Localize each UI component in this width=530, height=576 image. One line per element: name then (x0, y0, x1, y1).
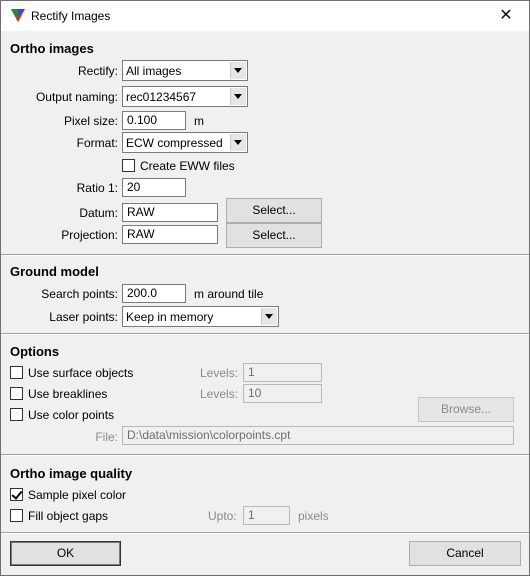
use-color-points-checkbox[interactable] (10, 408, 23, 421)
surface-levels-label: Levels: (200, 366, 239, 380)
datum-label: Datum: (79, 206, 118, 220)
options-heading: Options (10, 344, 60, 359)
fill-object-gaps-label: Fill object gaps (28, 509, 109, 523)
format-select[interactable]: ECW compressed (122, 132, 248, 153)
breaklines-levels-input[interactable]: 10 (243, 384, 322, 403)
ratio-label: Ratio 1: (76, 181, 118, 195)
ratio-input[interactable]: 20 (122, 178, 186, 197)
projection-select-button[interactable]: Select... (226, 223, 322, 248)
close-button[interactable]: ✕ (483, 1, 529, 31)
title-bar[interactable]: Rectify Images ✕ (1, 1, 529, 31)
search-points-label: Search points: (41, 287, 118, 301)
ground-model-heading: Ground model (10, 264, 99, 279)
separator (1, 454, 529, 456)
browse-button[interactable]: Browse... (418, 397, 514, 422)
fill-object-gaps-checkbox[interactable] (10, 509, 23, 522)
laser-points-select[interactable]: Keep in memory (122, 306, 279, 327)
file-input[interactable]: D:\data\mission\colorpoints.cpt (122, 426, 514, 445)
sample-pixel-color-label: Sample pixel color (28, 488, 127, 502)
laser-points-value: Keep in memory (126, 310, 214, 324)
chevron-down-icon (261, 308, 277, 325)
rectify-images-dialog: Rectify Images ✕ Ortho images Rectify: A… (0, 0, 530, 576)
ortho-quality-heading: Ortho image quality (10, 466, 133, 481)
rectify-value: All images (126, 64, 182, 78)
chevron-down-icon (230, 88, 246, 105)
format-label: Format: (76, 136, 118, 150)
upto-label: Upto: (208, 509, 237, 523)
pixel-size-unit: m (194, 114, 204, 128)
window-title: Rectify Images (31, 9, 111, 23)
use-breaklines-label: Use breaklines (28, 387, 108, 401)
surface-levels-input[interactable]: 1 (243, 363, 322, 382)
file-label: File: (95, 430, 118, 444)
rectify-select[interactable]: All images (122, 60, 248, 81)
projection-input[interactable]: RAW (122, 225, 218, 244)
format-value: ECW compressed (126, 136, 223, 150)
projection-label: Projection: (61, 228, 118, 242)
output-naming-label: Output naming: (35, 90, 118, 104)
use-color-points-label: Use color points (28, 408, 115, 422)
separator (1, 254, 529, 256)
sample-pixel-color-checkbox[interactable] (10, 488, 23, 501)
output-naming-value: rec01234567 (126, 90, 197, 104)
search-points-unit: m around tile (194, 287, 264, 301)
search-points-input[interactable]: 200.0 (122, 284, 186, 303)
ok-button[interactable]: OK (10, 541, 121, 566)
chevron-down-icon (230, 62, 246, 79)
output-naming-select[interactable]: rec01234567 (122, 86, 248, 107)
separator (1, 532, 529, 534)
laser-points-label: Laser points: (49, 310, 118, 324)
close-icon: ✕ (499, 7, 513, 24)
use-surface-objects-label: Use surface objects (28, 366, 134, 380)
create-eww-label: Create EWW files (140, 159, 235, 173)
pixel-size-input[interactable]: 0.100 (122, 111, 186, 130)
pixel-size-label: Pixel size: (63, 114, 118, 128)
app-logo-icon (11, 9, 25, 22)
use-breaklines-checkbox[interactable] (10, 387, 23, 400)
upto-unit: pixels (298, 509, 329, 523)
create-eww-checkbox[interactable] (122, 159, 135, 172)
cancel-button[interactable]: Cancel (409, 541, 521, 566)
datum-input[interactable]: RAW (122, 203, 218, 222)
use-surface-objects-checkbox[interactable] (10, 366, 23, 379)
datum-select-button[interactable]: Select... (226, 198, 322, 223)
rectify-label: Rectify: (77, 64, 118, 78)
chevron-down-icon (230, 134, 246, 151)
ortho-images-heading: Ortho images (10, 41, 94, 56)
separator (1, 333, 529, 335)
breaklines-levels-label: Levels: (200, 387, 239, 401)
upto-input[interactable]: 1 (243, 506, 290, 525)
